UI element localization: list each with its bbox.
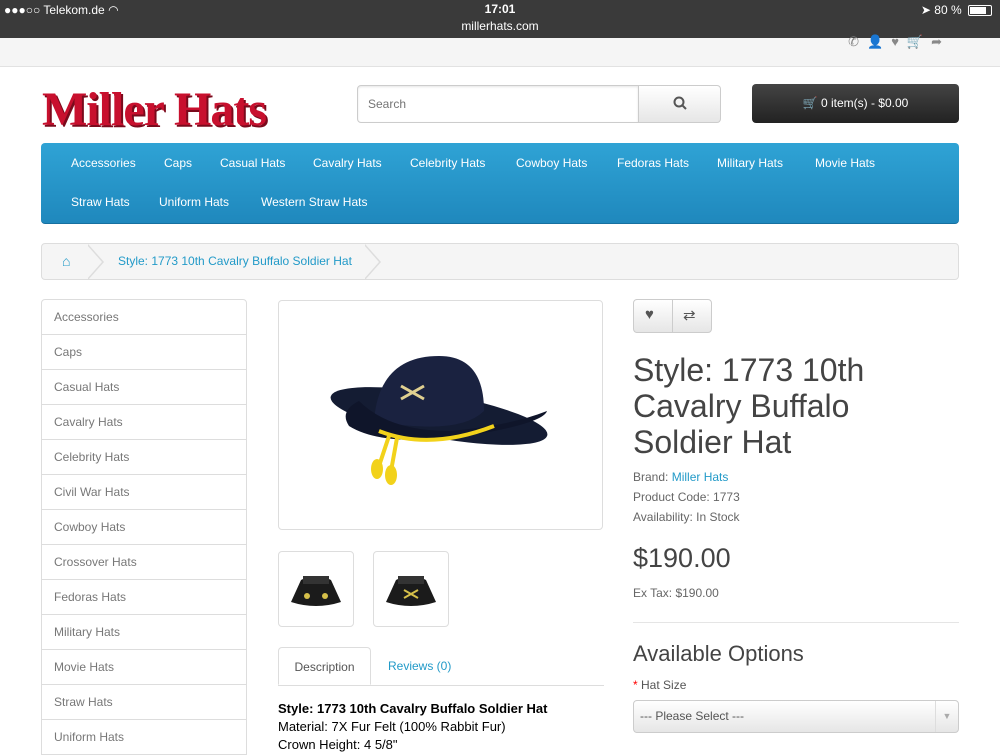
required-asterisk: * (633, 678, 638, 692)
breadcrumb: ⌂ Style: 1773 10th Cavalry Buffalo Soldi… (41, 243, 959, 280)
breadcrumb-separator (364, 244, 381, 280)
battery-status: ➤ 80 % (921, 3, 992, 17)
cart-label: 0 item(s) - $0.00 (820, 96, 909, 110)
cart-button[interactable]: 🛒 0 item(s) - $0.00 (752, 84, 959, 123)
product-info: Brand: Miller Hats Product Code: 1773 Av… (633, 467, 740, 527)
menu-item-movie-hats[interactable]: Movie Hats (815, 156, 875, 170)
top-utility-bar: ✆👤♥🛒➦ (0, 34, 1000, 67)
tab-description[interactable]: Description (278, 647, 371, 685)
sidebar-item-accessories[interactable]: Accessories (41, 299, 247, 335)
ex-tax-price: Ex Tax: $190.00 (633, 586, 719, 600)
address-bar[interactable]: millerhats.com (0, 19, 1000, 33)
sidebar-item-movie-hats[interactable]: Movie Hats (41, 650, 247, 685)
divider (633, 622, 959, 623)
sidebar-item-civil-war-hats[interactable]: Civil War Hats (41, 475, 247, 510)
breadcrumb-separator (87, 244, 104, 280)
compare-button[interactable]: ⇄ (683, 306, 696, 324)
location-icon: ➤ (920, 3, 931, 17)
sidebar-item-crossover-hats[interactable]: Crossover Hats (41, 545, 247, 580)
account-icon[interactable]: 👤 (867, 34, 891, 49)
status-bar: ●●●○○ Telekom.de ◠ 17:01 millerhats.com … (0, 0, 1000, 38)
brand-link[interactable]: Miller Hats (672, 470, 729, 484)
battery-percent: 80 % (934, 3, 962, 17)
product-description: Style: 1773 10th Cavalry Buffalo Soldier… (278, 700, 547, 754)
description-material: Material: 7X Fur Felt (100% Rabbit Fur) (278, 719, 506, 734)
hat-thumbnail-image (291, 576, 341, 606)
description-heading: Style: 1773 10th Cavalry Buffalo Soldier… (278, 701, 548, 716)
utility-icons: ✆👤♥🛒➦ (848, 34, 950, 50)
cart-icon[interactable]: 🛒 (907, 34, 931, 49)
product-code: Product Code: 1773 (633, 490, 740, 504)
menu-item-military-hats[interactable]: Military Hats (717, 156, 783, 170)
sidebar-item-caps[interactable]: Caps (41, 335, 247, 370)
sidebar-item-celebrity-hats[interactable]: Celebrity Hats (41, 440, 247, 475)
search-input[interactable] (357, 85, 639, 123)
battery-icon (968, 5, 992, 17)
product-main-image[interactable] (278, 300, 603, 530)
brand-label: Brand: (633, 470, 669, 484)
search-button[interactable] (639, 85, 721, 123)
wishlist-icon[interactable]: ♥ (891, 34, 907, 49)
sidebar-item-military-hats[interactable]: Military Hats (41, 615, 247, 650)
main-menu: Accessories Caps Casual Hats Cavalry Hat… (41, 143, 959, 224)
options-title: Available Options (633, 641, 804, 666)
hat-size-label: * Hat Size (633, 678, 686, 692)
menu-item-fedoras-hats[interactable]: Fedoras Hats (617, 156, 689, 170)
product-tabs: Description Reviews (0) (278, 647, 604, 686)
search-bar (357, 85, 721, 123)
hat-size-select[interactable]: --- Please Select --- ▼ (633, 700, 959, 733)
availability: Availability: In Stock (633, 510, 740, 524)
hat-size-selected: --- Please Select --- (640, 709, 745, 723)
breadcrumb-current[interactable]: Style: 1773 10th Cavalry Buffalo Soldier… (118, 254, 352, 268)
brand-row: Brand: Miller Hats (633, 467, 740, 487)
menu-item-straw-hats[interactable]: Straw Hats (71, 195, 130, 209)
menu-item-casual-hats[interactable]: Casual Hats (220, 156, 285, 170)
button-divider (672, 300, 673, 332)
status-time: 17:01 (484, 2, 516, 16)
category-sidebar: Accessories Caps Casual Hats Cavalry Hat… (41, 299, 247, 755)
menu-item-western-straw-hats[interactable]: Western Straw Hats (261, 195, 367, 209)
chevron-down-icon: ▼ (935, 701, 958, 732)
battery-fill (970, 7, 986, 15)
tab-reviews[interactable]: Reviews (0) (388, 647, 451, 685)
product-thumbnail-2[interactable] (373, 551, 449, 627)
menu-item-cowboy-hats[interactable]: Cowboy Hats (516, 156, 587, 170)
sidebar-item-cowboy-hats[interactable]: Cowboy Hats (41, 510, 247, 545)
hat-image (330, 356, 548, 485)
product-thumbnail-1[interactable] (278, 551, 354, 627)
sidebar-item-cavalry-hats[interactable]: Cavalry Hats (41, 405, 247, 440)
phone-icon[interactable]: ✆ (848, 34, 867, 49)
home-icon[interactable]: ⌂ (62, 253, 70, 269)
product-action-buttons: ♥ ⇄ (633, 299, 712, 333)
menu-item-accessories[interactable]: Accessories (71, 156, 136, 170)
product-price: $190.00 (633, 543, 731, 573)
sidebar-item-fedoras-hats[interactable]: Fedoras Hats (41, 580, 247, 615)
menu-item-celebrity-hats[interactable]: Celebrity Hats (410, 156, 485, 170)
sidebar-item-casual-hats[interactable]: Casual Hats (41, 370, 247, 405)
site-logo[interactable]: Miller Hats (42, 82, 267, 137)
hat-size-text: Hat Size (641, 678, 687, 692)
checkout-icon[interactable]: ➦ (931, 34, 950, 49)
sidebar-item-straw-hats[interactable]: Straw Hats (41, 685, 247, 720)
menu-item-cavalry-hats[interactable]: Cavalry Hats (313, 156, 382, 170)
menu-item-caps[interactable]: Caps (164, 156, 192, 170)
product-title: Style: 1773 10th Cavalry Buffalo Soldier… (633, 352, 865, 460)
cart-icon: 🛒 (802, 96, 818, 110)
menu-item-uniform-hats[interactable]: Uniform Hats (159, 195, 229, 209)
hat-thumbnail-image (386, 576, 436, 606)
add-to-wishlist-button[interactable]: ♥ (645, 306, 654, 323)
search-icon (673, 96, 687, 110)
